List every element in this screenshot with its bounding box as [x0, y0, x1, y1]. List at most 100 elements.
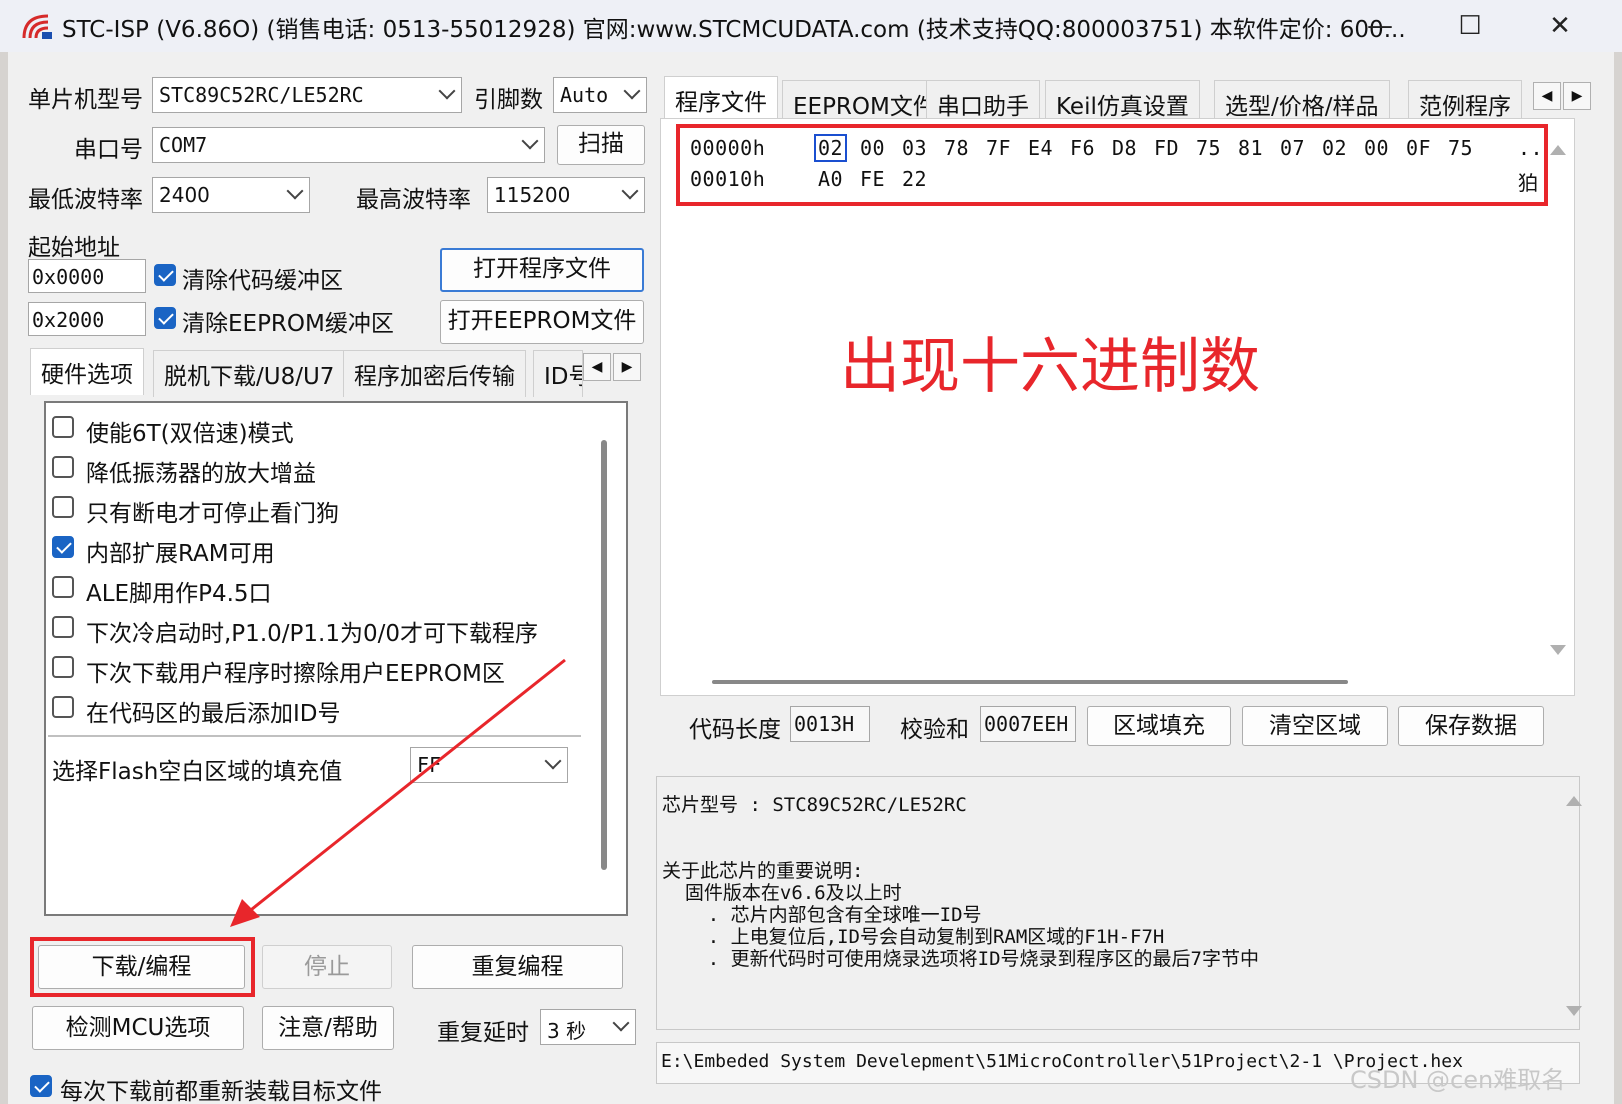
region-fill-button[interactable]: 区域填充 — [1087, 706, 1231, 746]
minimize-button[interactable]: — — [1350, 6, 1410, 46]
option-label: ALE脚用作P4.5口 — [86, 581, 272, 607]
hex-byte[interactable]: A0 — [818, 167, 843, 191]
option-checkbox[interactable] — [52, 536, 74, 558]
stop-button[interactable]: 停止 — [262, 945, 392, 989]
option-checkbox[interactable] — [52, 416, 74, 438]
chevron-down-icon — [438, 82, 456, 100]
help-button[interactable]: 注意/帮助 — [262, 1006, 394, 1050]
hex-byte[interactable]: 75 — [1448, 136, 1473, 160]
open-eeprom-button[interactable]: 打开EEPROM文件 — [440, 300, 644, 344]
hex-byte[interactable]: 78 — [944, 136, 969, 160]
download-button[interactable]: 下载/编程 — [38, 945, 245, 989]
repeat-delay-select[interactable]: 3 秒 — [540, 1009, 636, 1045]
options-scrollbar[interactable] — [601, 440, 607, 870]
option-checkbox[interactable] — [52, 496, 74, 518]
tab-right-0[interactable]: 程序文件 — [664, 76, 778, 123]
mcu-type-label: 单片机型号 — [28, 87, 143, 113]
hex-byte[interactable]: F6 — [1070, 136, 1095, 160]
open-program-button[interactable]: 打开程序文件 — [440, 248, 644, 292]
clear-eeprom-checkbox[interactable] — [154, 307, 176, 329]
watermark: CSDN @cen难取名 — [1350, 1066, 1566, 1094]
port-label: 串口号 — [74, 137, 143, 163]
option-label: 下次冷启动时,P1.0/P1.1为0/0才可下载程序 — [86, 621, 538, 647]
chevron-down-icon — [623, 82, 641, 100]
option-checkbox[interactable] — [52, 456, 74, 478]
hex-byte[interactable]: 02 — [1322, 136, 1347, 160]
option-checkbox[interactable] — [52, 696, 74, 718]
code-address-input[interactable]: 0x0000 — [28, 259, 146, 293]
mcu-type-select[interactable]: STC89C52RC/LE52RC — [152, 77, 462, 113]
app-icon — [22, 14, 52, 39]
clear-eeprom-label: 清除EEPROM缓冲区 — [182, 311, 394, 337]
title-bar: STC-ISP (V6.86O) (销售电话: 0513-55012928) 官… — [0, 0, 1622, 52]
hex-byte[interactable]: 00 — [1364, 136, 1389, 160]
option-checkbox[interactable] — [52, 576, 74, 598]
hex-byte[interactable]: 00 — [860, 136, 885, 160]
hex-byte[interactable]: D8 — [1112, 136, 1137, 160]
file-path: E:\Embeded System Develepment\51MicroCon… — [661, 1051, 1463, 1072]
hex-byte[interactable]: FD — [1154, 136, 1179, 160]
clear-code-label: 清除代码缓冲区 — [182, 268, 343, 294]
hex-byte[interactable]: 81 — [1238, 136, 1263, 160]
detect-mcu-button[interactable]: 检测MCU选项 — [32, 1006, 244, 1050]
annotation-text: 出现十六进制数 — [840, 332, 1260, 402]
chevron-down-icon — [612, 1014, 630, 1032]
tab-scroll-right-icon[interactable]: ▶ — [1563, 82, 1591, 110]
tab-scroll-right-icon[interactable]: ▶ — [613, 353, 641, 381]
eeprom-address-input[interactable]: 0x2000 — [28, 302, 146, 336]
checksum-value: 0007EEH — [980, 706, 1076, 742]
hex-byte[interactable]: 22 — [902, 167, 927, 191]
close-button[interactable]: ✕ — [1530, 6, 1590, 46]
save-data-button[interactable]: 保存数据 — [1398, 706, 1544, 746]
hex-ascii: 狛 — [1518, 171, 1539, 195]
repeat-delay-label: 重复延时 — [437, 1020, 529, 1046]
option-label: 使能6T(双倍速)模式 — [86, 421, 294, 447]
clear-code-checkbox[interactable] — [154, 264, 176, 286]
option-label: 只有断电才可停止看门狗 — [86, 501, 339, 527]
clear-region-button[interactable]: 清空区域 — [1242, 706, 1388, 746]
hex-byte[interactable]: 02 — [814, 134, 848, 162]
chevron-down-icon — [286, 182, 304, 200]
reload-label: 每次下载前都重新装载目标文件 — [60, 1079, 382, 1104]
hex-byte[interactable]: E4 — [1028, 136, 1053, 160]
hex-address: 00010h — [690, 167, 766, 191]
info-scrollbar[interactable] — [1564, 790, 1584, 1020]
tab-scroll-left-icon[interactable]: ◀ — [1533, 82, 1561, 110]
hex-byte[interactable]: FE — [860, 167, 885, 191]
min-baud-label: 最低波特率 — [28, 187, 143, 213]
chevron-down-icon — [521, 132, 539, 150]
hex-byte[interactable]: 03 — [902, 136, 927, 160]
maximize-button[interactable]: ☐ — [1440, 6, 1500, 46]
hex-hscrollbar[interactable] — [712, 680, 1348, 684]
scan-button[interactable]: 扫描 — [557, 125, 645, 165]
hex-ascii: .. — [1518, 136, 1544, 160]
window-title: STC-ISP (V6.86O) (销售电话: 0513-55012928) 官… — [62, 17, 1406, 43]
tab-scroll-left-icon[interactable]: ◀ — [583, 353, 611, 381]
hex-byte[interactable]: 07 — [1280, 136, 1305, 160]
hex-byte[interactable]: 75 — [1196, 136, 1221, 160]
hex-byte[interactable]: 7F — [986, 136, 1011, 160]
option-checkbox[interactable] — [52, 656, 74, 678]
tab-id[interactable]: ID号 — [533, 350, 583, 397]
info-line: . 更新代码时可使用烧录选项将ID号烧录到程序区的最后7字节中 — [662, 948, 1259, 970]
info-line: 芯片型号 : STC89C52RC/LE52RC — [662, 794, 967, 816]
pins-select[interactable]: Auto — [553, 77, 647, 113]
reload-checkbox[interactable] — [30, 1075, 52, 1097]
option-label: 降低振荡器的放大增益 — [86, 461, 316, 487]
tab-encrypted-transfer[interactable]: 程序加密后传输 — [343, 350, 526, 397]
red-arrow-annotation — [230, 658, 566, 927]
max-baud-select[interactable]: 115200 — [487, 177, 645, 213]
max-baud-label: 最高波特率 — [356, 187, 471, 213]
hex-scrollbar[interactable] — [1548, 135, 1568, 675]
tab-offline-download[interactable]: 脱机下载/U8/U7 — [153, 350, 346, 397]
code-length-label: 代码长度 — [689, 717, 781, 743]
port-select[interactable]: COM7 — [152, 127, 545, 163]
option-checkbox[interactable] — [52, 616, 74, 638]
repeat-program-button[interactable]: 重复编程 — [412, 945, 623, 989]
min-baud-select[interactable]: 2400 — [152, 177, 310, 213]
code-length-value: 0013H — [790, 706, 870, 742]
option-label: 内部扩展RAM可用 — [86, 541, 275, 567]
chevron-down-icon — [621, 182, 639, 200]
tab-hardware-options[interactable]: 硬件选项 — [30, 348, 144, 395]
hex-byte[interactable]: 0F — [1406, 136, 1431, 160]
